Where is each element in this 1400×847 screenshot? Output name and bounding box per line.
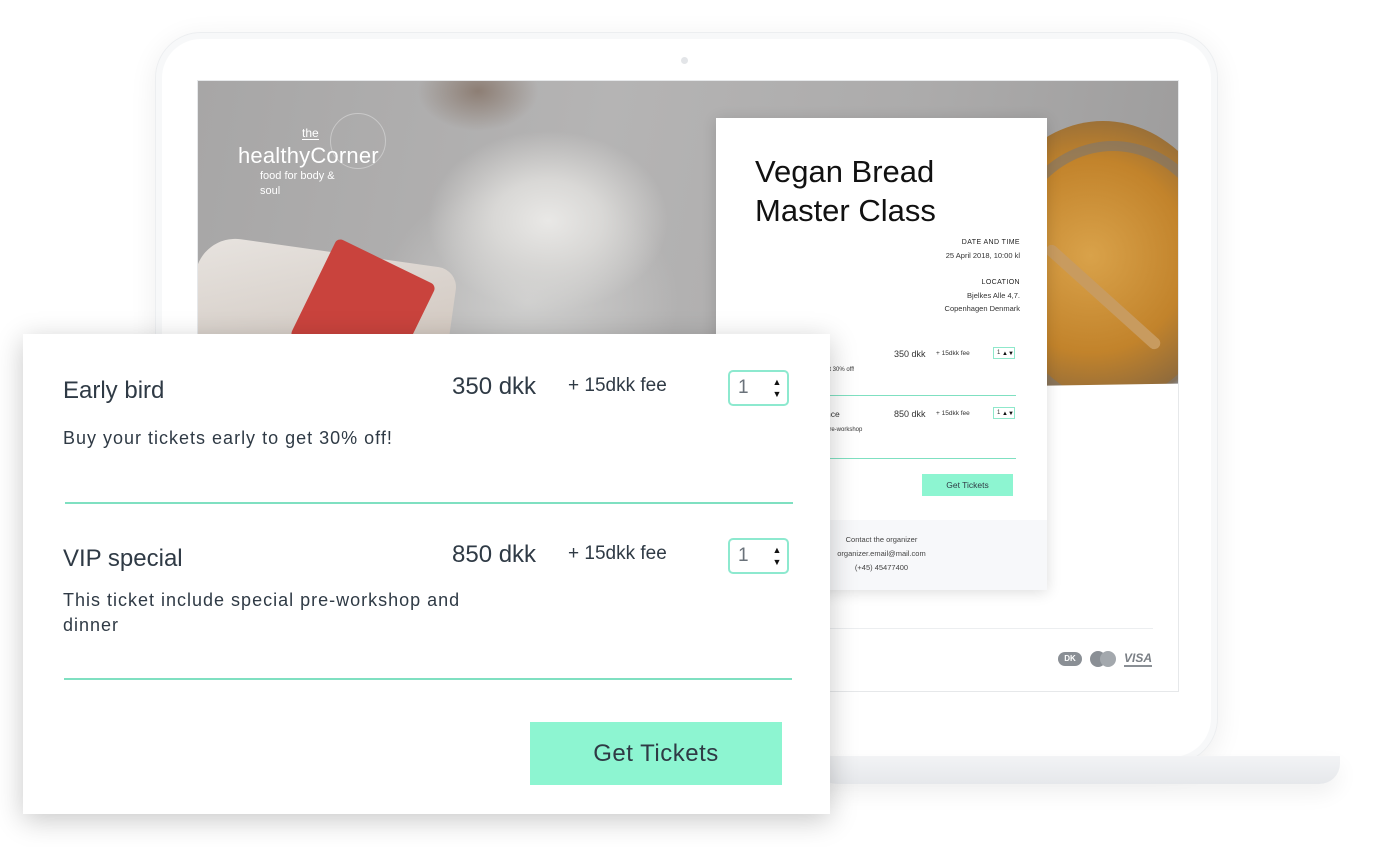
- select-arrows-icon: ▲ ▼: [772, 377, 782, 399]
- select-arrows-icon: ▲ ▼: [772, 545, 782, 567]
- event-title: Vegan Bread Master Class: [755, 154, 936, 228]
- location-line1: Bjelkes Alle 4,7.: [967, 291, 1020, 300]
- ticket-name: VIP special: [63, 545, 183, 572]
- ticket-name: Early bird: [63, 377, 165, 404]
- quantity-value: 1: [738, 545, 749, 566]
- mini-quantity-select[interactable]: 1 ▲▼: [993, 347, 1015, 359]
- mini-ticket-price: 350 dkk: [894, 349, 926, 359]
- footer-divider: [828, 628, 1153, 629]
- mini-divider: [826, 395, 1016, 396]
- payment-icons: DK VISA: [1058, 651, 1153, 667]
- mastercard-icon: [1090, 651, 1116, 667]
- logo-name: healthyCorner: [238, 143, 379, 168]
- event-meta: DATE AND TIME 25 April 2018, 10:00 kl LO…: [860, 236, 1020, 315]
- ticket-price: 350 dkk: [452, 373, 537, 400]
- get-tickets-button[interactable]: Get Tickets: [530, 722, 782, 785]
- mini-get-tickets-button[interactable]: Get Tickets: [922, 474, 1013, 496]
- ticket-description: This ticket include special pre-workshop…: [63, 590, 461, 635]
- quantity-select[interactable]: 1 ▲ ▼: [728, 370, 789, 406]
- ticket-fee: + 15dkk fee: [568, 375, 667, 396]
- mini-ticket-description: et 30% off!: [826, 367, 855, 373]
- mini-ticket-fee: + 15dkk fee: [936, 350, 970, 357]
- logo-tagline: food for body & soul: [260, 170, 335, 197]
- ticket-selection-card: Early bird 350 dkk + 15dkk fee 1 ▲ ▼ Buy …: [23, 334, 830, 814]
- logo-the: the: [302, 126, 319, 140]
- mini-ticket-price: 850 dkk: [894, 409, 926, 419]
- visa-icon: VISA: [1124, 651, 1153, 667]
- ticket-fee: + 15dkk fee: [568, 543, 667, 564]
- ticket-divider: [64, 678, 792, 680]
- mini-divider: [826, 458, 1016, 459]
- mini-ticket-description: pre-workshop: [826, 427, 863, 433]
- location-label: LOCATION: [981, 279, 1020, 286]
- ticket-divider: [65, 502, 793, 504]
- ticket-price: 850 dkk: [452, 541, 537, 568]
- dankort-icon: DK: [1058, 652, 1082, 666]
- quantity-value: 1: [738, 377, 749, 398]
- laptop-camera: [681, 57, 688, 64]
- mini-quantity-select[interactable]: 1 ▲▼: [993, 407, 1015, 419]
- quantity-select[interactable]: 1 ▲ ▼: [728, 538, 789, 574]
- date-label: DATE AND TIME: [961, 239, 1020, 246]
- date-value: 25 April 2018, 10:00 kl: [945, 251, 1020, 260]
- laptop-base: [810, 756, 1340, 784]
- location-line2: Copenhagen Denmark: [944, 304, 1020, 313]
- ticket-description: Buy your tickets early to get 30% off!: [63, 428, 393, 448]
- mini-ticket-fee: + 15dkk fee: [936, 410, 970, 417]
